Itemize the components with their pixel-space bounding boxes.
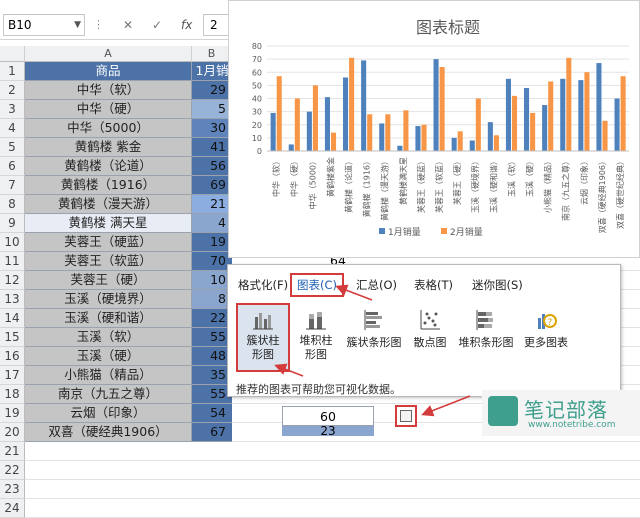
row-header[interactable]: 22: [0, 461, 25, 480]
logo-title: 笔记部落: [524, 398, 608, 422]
row-header[interactable]: 21: [0, 442, 25, 461]
grid-line: [25, 460, 640, 461]
logo-url: www.notetribe.com: [528, 420, 616, 430]
quick-analysis-button[interactable]: [395, 405, 417, 427]
annotation-arrows: [274, 284, 471, 417]
watermark-logo: 笔记部落 www.notetribe.com: [482, 390, 640, 436]
arrow-to-quick-analysis-button: [421, 395, 471, 417]
quick-analysis-icon: [400, 410, 412, 422]
row-header[interactable]: 23: [0, 480, 25, 499]
logo-mark-icon: [488, 396, 518, 426]
arrow-to-column-chart: [274, 363, 304, 377]
grid-line: [25, 479, 640, 480]
row-header[interactable]: 24: [0, 499, 25, 518]
grid-line: [25, 498, 640, 499]
arrow-to-charts-tab: [335, 284, 373, 301]
